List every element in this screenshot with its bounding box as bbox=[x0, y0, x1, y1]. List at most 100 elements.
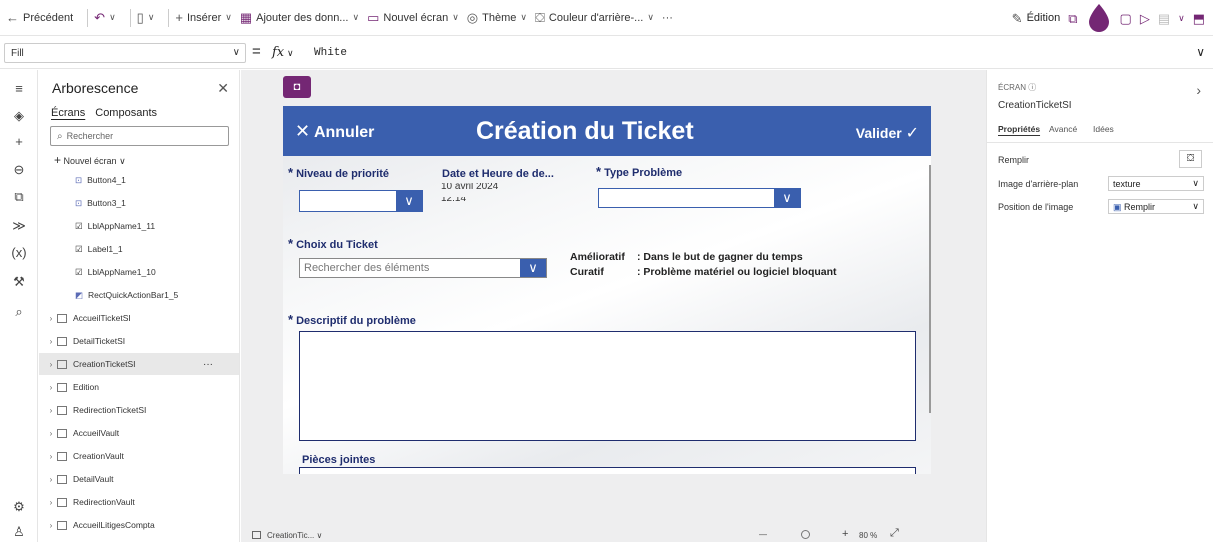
tools-icon[interactable]: ⚒ bbox=[10, 273, 28, 291]
close-icon[interactable]: ✕ bbox=[217, 80, 229, 97]
tree-item-edition[interactable]: › Edition bbox=[39, 376, 239, 398]
tree-item-creationvault[interactable]: › CreationVault bbox=[39, 445, 239, 467]
attachments-label: Pièces jointes bbox=[302, 454, 376, 466]
new-screen-button[interactable]: ▭ Nouvel écran ∨ bbox=[367, 11, 459, 24]
screen-scrollbar[interactable] bbox=[929, 165, 931, 413]
chevron-right-icon[interactable]: › bbox=[45, 452, 57, 461]
chevron-down-icon[interactable]: ∨ bbox=[1178, 13, 1185, 23]
comment-icon[interactable]: ▢ bbox=[1120, 12, 1132, 25]
image-position-select[interactable]: ▣ Remplir ∨ bbox=[1108, 199, 1204, 214]
search-icon[interactable]: ⌕ bbox=[10, 303, 28, 321]
insert-icon[interactable]: + bbox=[10, 133, 28, 151]
app-screen[interactable]: ✕ Annuler Création du Ticket Valider ✓ *… bbox=[283, 106, 931, 474]
tree-search-input[interactable]: ⌕ Rechercher bbox=[50, 126, 229, 146]
tab-ideas[interactable]: Idées bbox=[1093, 124, 1114, 134]
background-image-select[interactable]: texture ∨ bbox=[1108, 176, 1204, 191]
power-automate-icon[interactable]: ≫ bbox=[10, 217, 28, 235]
chevron-right-icon[interactable]: › bbox=[45, 498, 57, 507]
more-options-icon[interactable]: ··· bbox=[203, 359, 213, 370]
cancel-button[interactable]: ✕ Annuler bbox=[295, 121, 374, 142]
media-icon[interactable]: ⧉ bbox=[10, 188, 28, 206]
screen-icon bbox=[57, 520, 67, 530]
tab-advanced[interactable]: Avancé bbox=[1049, 124, 1077, 134]
tree-item-detailvault[interactable]: › DetailVault bbox=[39, 468, 239, 490]
user-icon[interactable]: ♙ bbox=[10, 523, 28, 541]
edition-button[interactable]: ✎ Édition bbox=[1012, 12, 1061, 25]
share-icon[interactable]: ⧉ bbox=[1068, 12, 1077, 25]
paste-button[interactable]: ▯ ∨ bbox=[137, 11, 155, 24]
chevron-right-icon[interactable]: › bbox=[45, 406, 57, 415]
tree-item-accueillitigescompta[interactable]: › AccueilLitigesCompta bbox=[39, 514, 239, 536]
tab-components[interactable]: Composants bbox=[95, 107, 157, 119]
more-button[interactable]: ··· bbox=[662, 12, 673, 24]
zoom-in-button[interactable]: + bbox=[842, 528, 848, 540]
layers-icon[interactable]: ◈ bbox=[10, 107, 28, 125]
screen-chat-button[interactable]: ◘ bbox=[283, 76, 311, 98]
chevron-down-icon: ∨ bbox=[316, 531, 323, 540]
ticket-choice-label: * Choix du Ticket bbox=[288, 236, 378, 251]
power-apps-logo-icon[interactable] bbox=[1086, 3, 1112, 33]
fill-color-picker[interactable]: ⛋ bbox=[1179, 150, 1202, 168]
chevron-right-icon[interactable]: › bbox=[45, 475, 57, 484]
back-button[interactable]: ← Précédent bbox=[6, 11, 73, 24]
tree-item-creationticketsi[interactable]: › CreationTicketSI ··· bbox=[39, 353, 239, 375]
arrow-left-icon: ← bbox=[6, 10, 19, 25]
save-icon[interactable]: ▤ bbox=[1158, 12, 1170, 25]
tree-item-lblappname1-10[interactable]: ☑ LblAppName1_10 bbox=[39, 261, 239, 283]
description-textarea[interactable] bbox=[299, 331, 916, 441]
tree-item-accueilvault[interactable]: › AccueilVault bbox=[39, 422, 239, 444]
variables-icon[interactable]: (x) bbox=[10, 244, 28, 262]
fx-icon[interactable]: fx ∨ bbox=[272, 45, 294, 60]
ticket-choice-combobox[interactable]: Rechercher des éléments ∨ bbox=[299, 258, 547, 278]
chevron-right-icon[interactable]: › bbox=[45, 360, 57, 369]
tree-item-rectquickactionbar1-5[interactable]: ◩ RectQuickActionBar1_5 bbox=[39, 284, 239, 306]
undo-button[interactable]: ↶ ∨ bbox=[94, 11, 116, 24]
menu-icon[interactable]: ≡ bbox=[10, 80, 28, 98]
settings-icon[interactable]: ⚙ bbox=[10, 498, 28, 516]
tree-item-label1-1[interactable]: ☑ Label1_1 bbox=[39, 238, 239, 260]
add-data-button[interactable]: ▦ Ajouter des donn... ∨ bbox=[240, 11, 359, 24]
validate-button[interactable]: Valider ✓ bbox=[856, 123, 919, 143]
new-screen-button[interactable]: + Nouvel écran ∨ bbox=[54, 153, 126, 167]
tab-screens[interactable]: Écrans bbox=[51, 107, 85, 119]
formula-input[interactable]: White bbox=[314, 47, 347, 59]
chevron-right-icon[interactable]: › bbox=[45, 314, 57, 323]
attachments-control[interactable] bbox=[299, 467, 916, 474]
insert-button[interactable]: + Insérer ∨ bbox=[175, 11, 231, 24]
screen-icon bbox=[57, 382, 67, 392]
zoom-out-button[interactable]: — bbox=[759, 530, 767, 539]
play-icon[interactable]: ▷ bbox=[1140, 12, 1150, 25]
curatif-description: : Problème matériel ou logiciel bloquant bbox=[637, 266, 837, 278]
zoom-level: 80 % bbox=[859, 531, 878, 540]
tree-item-button4-1[interactable]: ⊡ Button4_1 bbox=[39, 169, 239, 191]
tree-item-button3-1[interactable]: ⊡ Button3_1 bbox=[39, 192, 239, 214]
screen-icon bbox=[57, 428, 67, 438]
screen-icon bbox=[57, 474, 67, 484]
chevron-right-icon[interactable]: › bbox=[45, 429, 57, 438]
chevron-down-icon: ∨ bbox=[1192, 178, 1199, 188]
chevron-right-icon[interactable]: › bbox=[45, 521, 57, 530]
tree-item-lblappname1-11[interactable]: ☑ LblAppName1_11 bbox=[39, 215, 239, 237]
background-color-button[interactable]: ⛋ Couleur d'arrière-... ∨ bbox=[535, 11, 654, 24]
problem-type-dropdown[interactable]: ∨ bbox=[598, 188, 801, 208]
tree-item-detailticketsi[interactable]: › DetailTicketSI bbox=[39, 330, 239, 352]
chevron-right-icon[interactable]: › bbox=[1196, 82, 1201, 98]
publish-icon[interactable]: ⬒ bbox=[1193, 12, 1205, 25]
chevron-right-icon[interactable]: › bbox=[45, 337, 57, 346]
chevron-right-icon[interactable]: › bbox=[45, 383, 57, 392]
priority-dropdown[interactable]: ∨ bbox=[299, 190, 423, 212]
tab-properties[interactable]: Propriétés bbox=[998, 124, 1040, 134]
zoom-slider-thumb[interactable] bbox=[801, 530, 810, 539]
expand-formula-icon[interactable]: ∨ bbox=[1196, 45, 1205, 59]
command-bar-right: ✎ Édition ⧉ ▢ ▷ ▤ ∨ ⬒ bbox=[1012, 0, 1205, 36]
tree-item-redirectionvault[interactable]: › RedirectionVault bbox=[39, 491, 239, 513]
tree-item-redirectionticketsi[interactable]: › RedirectionTicketSI bbox=[39, 399, 239, 421]
label-control-icon: ☑ bbox=[75, 243, 83, 254]
data-icon[interactable]: ⊖ bbox=[10, 161, 28, 179]
screen-selector[interactable]: CreationTic... ∨ bbox=[267, 531, 322, 540]
property-selector[interactable]: Fill ∨ bbox=[4, 43, 246, 63]
tree-item-accueilticketsi[interactable]: › AccueilTicketSI bbox=[39, 307, 239, 329]
fit-to-window-icon[interactable]: ⤢ bbox=[890, 527, 899, 540]
help-icon[interactable]: ⓘ bbox=[1028, 83, 1036, 92]
theme-button[interactable]: ◎ Thème ∨ bbox=[467, 11, 527, 24]
